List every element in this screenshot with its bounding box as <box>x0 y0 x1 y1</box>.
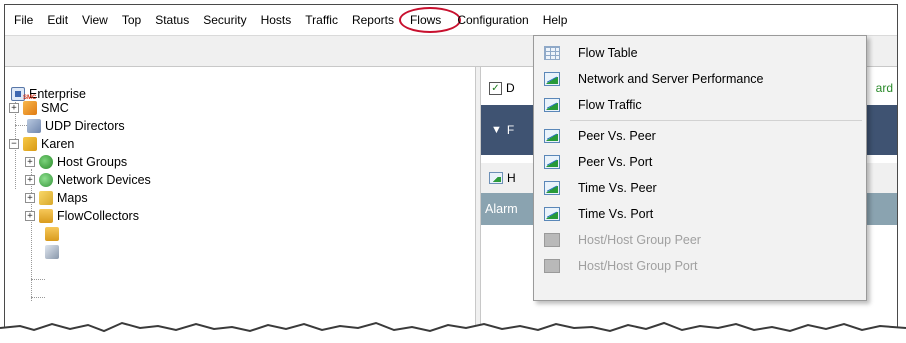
menu-reports[interactable]: Reports <box>345 5 401 35</box>
menu-item-label: Peer Vs. Peer <box>578 129 656 143</box>
menu-item-flow-table[interactable]: Flow Table <box>534 40 866 66</box>
domain-icon <box>23 137 37 151</box>
tree-item-smc[interactable]: + SMC SMC <box>9 95 69 117</box>
menu-bar: File Edit View Top Status Security Hosts… <box>5 5 897 35</box>
menu-item-label: Time Vs. Port <box>578 207 654 221</box>
expand-icon[interactable]: + <box>9 103 19 113</box>
menu-item-network-server-performance[interactable]: Network and Server Performance <box>534 66 866 92</box>
tree-label: SMC <box>41 101 69 115</box>
flows-dropdown-menu: Flow Table Network and Server Performanc… <box>533 35 867 301</box>
tree-item-unnamed-folder[interactable] <box>45 225 63 243</box>
menu-separator <box>570 120 862 121</box>
application-window: File Edit View Top Status Security Hosts… <box>4 4 898 336</box>
menu-flows-wrapper: Flows <box>398 5 461 35</box>
chart-icon <box>544 181 560 195</box>
tree-item-network-devices[interactable]: + Network Devices <box>25 171 151 189</box>
tree-connector <box>31 297 45 298</box>
maps-icon <box>39 191 53 205</box>
menu-item-label: Time Vs. Peer <box>578 181 657 195</box>
menu-item-label: Peer Vs. Port <box>578 155 653 169</box>
dashboard-link[interactable]: ard <box>876 79 893 97</box>
menu-item-label: Host/Host Group Peer <box>578 233 701 247</box>
menu-edit[interactable]: Edit <box>40 5 75 35</box>
table-icon <box>544 46 560 60</box>
grey-chart-icon <box>544 259 560 273</box>
chart-icon <box>544 155 560 169</box>
tree-item-host-groups[interactable]: + Host Groups <box>25 153 127 171</box>
tree-label: Karen <box>41 137 75 151</box>
tree-item-karen[interactable]: − Karen <box>9 135 74 153</box>
menu-view[interactable]: View <box>75 5 115 35</box>
tree-connector <box>15 125 27 126</box>
menu-flows[interactable]: Flows <box>403 13 448 27</box>
tree-label: Host Groups <box>57 155 128 169</box>
host-groups-icon <box>39 155 53 169</box>
alarm-header-label: Alarm <box>485 202 518 216</box>
menu-configuration[interactable]: Configuration <box>450 5 535 35</box>
enterprise-tree: Enterprise + SMC SMC UDP Directors − Kar… <box>5 67 475 335</box>
folder-icon <box>45 227 59 241</box>
tree-label: Network Devices <box>57 173 151 187</box>
collapse-icon[interactable]: − <box>9 139 19 149</box>
tree-item-maps[interactable]: + Maps <box>25 189 88 207</box>
checkbox-icon[interactable]: ✓ <box>489 81 502 95</box>
menu-hosts[interactable]: Hosts <box>254 5 299 35</box>
menu-item-label: Host/Host Group Port <box>578 259 698 273</box>
tree-item-unnamed-device[interactable] <box>45 243 63 261</box>
menu-item-peer-vs-peer[interactable]: Peer Vs. Peer <box>534 123 866 149</box>
chart-icon <box>544 98 560 112</box>
torn-edge-decoration <box>0 321 906 343</box>
expand-icon[interactable]: + <box>25 175 35 185</box>
tree-label: UDP Directors <box>45 119 125 133</box>
menu-item-flow-traffic[interactable]: Flow Traffic <box>534 92 866 118</box>
menu-status[interactable]: Status <box>148 5 196 35</box>
menu-item-time-vs-port[interactable]: Time Vs. Port <box>534 201 866 227</box>
menu-item-time-vs-peer[interactable]: Time Vs. Peer <box>534 175 866 201</box>
smc-icon: SMC <box>23 95 37 115</box>
chart-icon <box>544 72 560 86</box>
menu-item-host-group-peer: Host/Host Group Peer <box>534 227 866 253</box>
menu-help[interactable]: Help <box>536 5 575 35</box>
menu-file[interactable]: File <box>7 5 40 35</box>
tree-connector <box>31 279 45 280</box>
expand-icon[interactable]: + <box>25 211 35 221</box>
dashboard-toolbar-label: D <box>506 81 515 95</box>
menu-item-host-group-port: Host/Host Group Port <box>534 253 866 279</box>
menu-item-peer-vs-port[interactable]: Peer Vs. Port <box>534 149 866 175</box>
chart-icon <box>544 129 560 143</box>
smc-badge: SMC <box>23 95 37 101</box>
tree-label: FlowCollectors <box>57 209 139 223</box>
menu-traffic[interactable]: Traffic <box>298 5 345 35</box>
network-devices-icon <box>39 173 53 187</box>
tree-label: Maps <box>57 191 88 205</box>
udp-director-icon <box>27 119 41 133</box>
chart-icon <box>489 172 503 184</box>
expand-icon[interactable]: + <box>25 157 35 167</box>
chart-icon <box>544 207 560 221</box>
grey-chart-icon <box>544 233 560 247</box>
menu-item-label: Network and Server Performance <box>578 72 764 86</box>
funnel-icon: ▼ <box>491 124 502 136</box>
expand-icon[interactable]: + <box>25 193 35 203</box>
dashboard-toolbar: ✓ D <box>481 79 515 97</box>
filter-banner-label: F <box>506 123 515 137</box>
menu-item-label: Flow Table <box>578 46 638 60</box>
menu-item-label: Flow Traffic <box>578 98 642 112</box>
tree-item-flowcollectors[interactable]: + FlowCollectors <box>25 207 139 225</box>
flowcollectors-icon <box>39 209 53 223</box>
tree-item-udp-directors[interactable]: UDP Directors <box>27 117 125 135</box>
device-icon <box>45 245 59 259</box>
menu-security[interactable]: Security <box>196 5 253 35</box>
document-tab-label[interactable]: H <box>507 171 516 185</box>
menu-top[interactable]: Top <box>115 5 148 35</box>
